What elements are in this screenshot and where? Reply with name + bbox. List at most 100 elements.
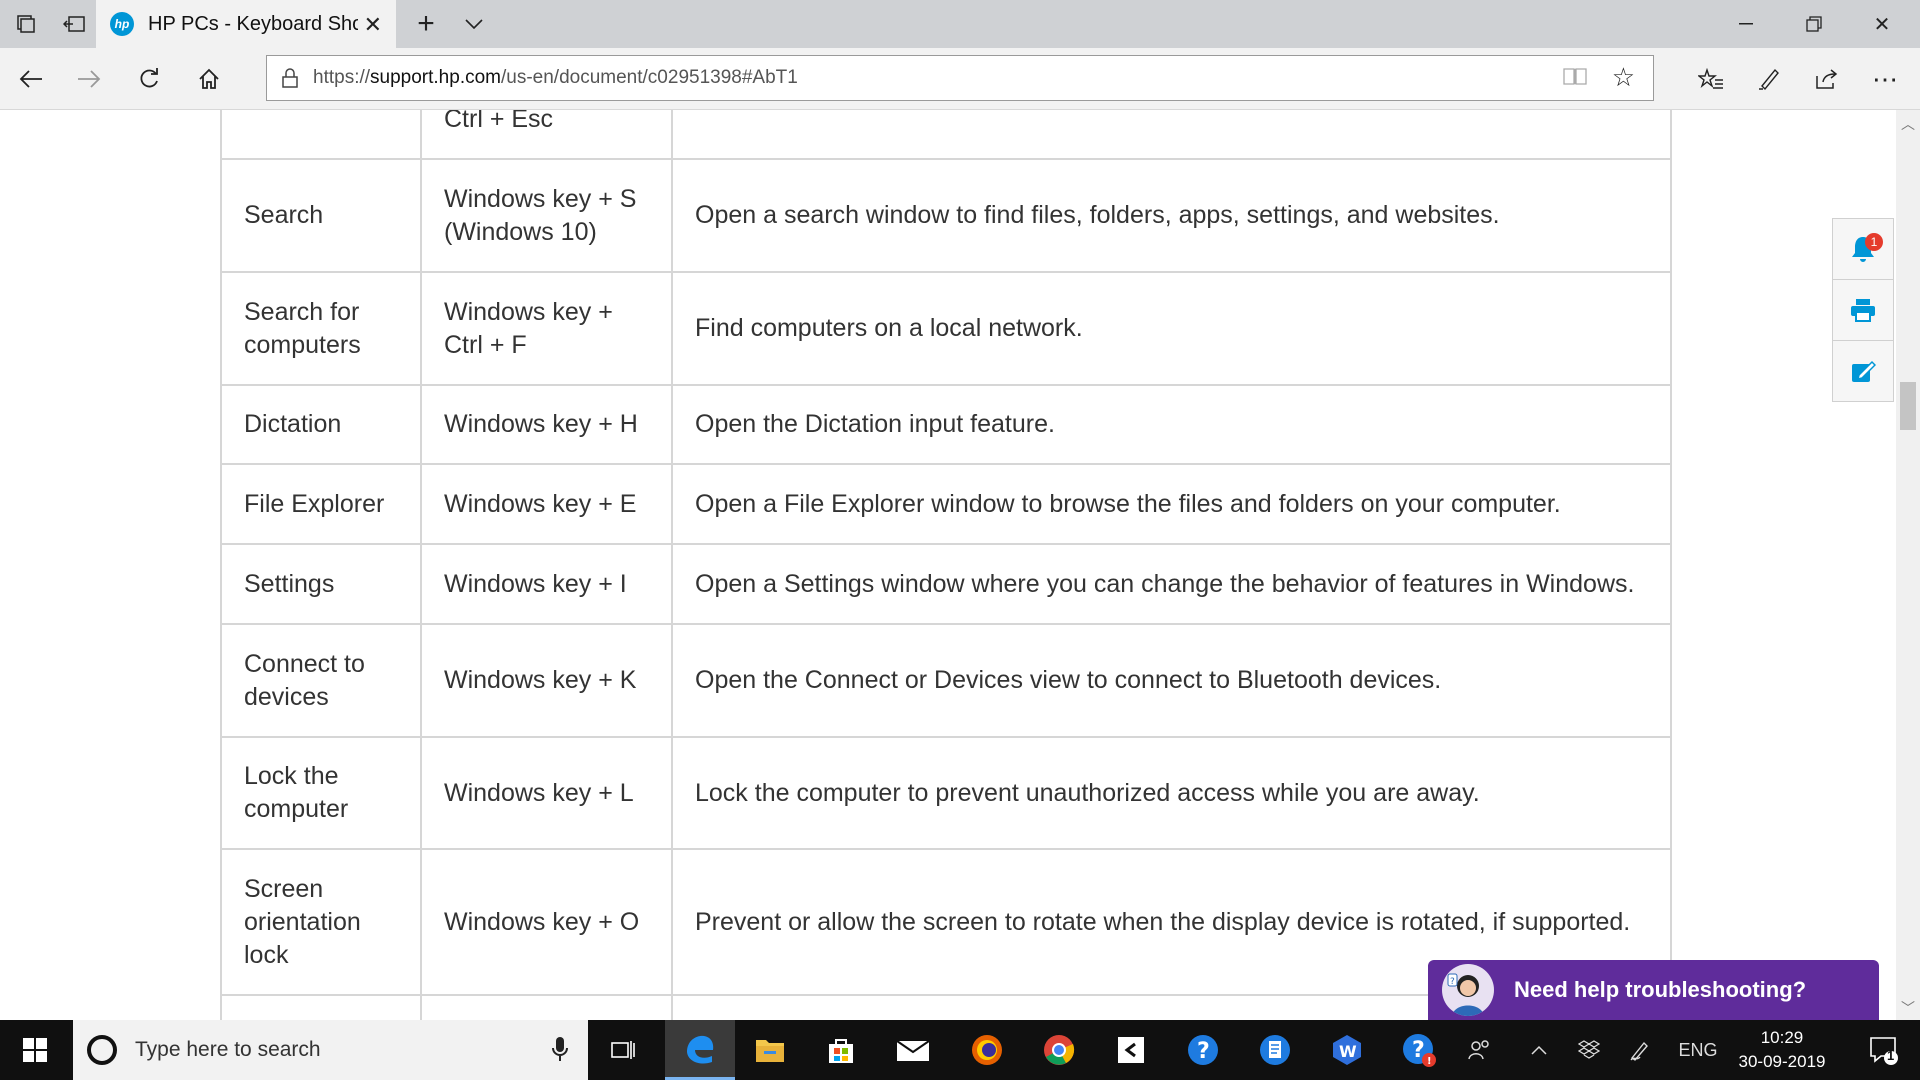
shortcut-cell: [420, 994, 673, 1020]
notification-badge: 1: [1865, 233, 1883, 251]
wps-writer-icon[interactable]: W: [1312, 1020, 1382, 1080]
action-center-badge: 1: [1887, 1048, 1895, 1063]
forward-button[interactable]: [66, 56, 112, 102]
notifications-button[interactable]: 1: [1833, 219, 1893, 280]
close-window-button[interactable]: ✕: [1848, 0, 1916, 48]
favorite-star-icon[interactable]: ☆: [1612, 62, 1635, 93]
language-indicator[interactable]: ENG: [1670, 1020, 1726, 1080]
vertical-scrollbar[interactable]: ︿ ﹀: [1896, 110, 1920, 1020]
firefox-icon[interactable]: [952, 1020, 1022, 1080]
people-icon[interactable]: [1452, 1020, 1508, 1080]
back-button[interactable]: [8, 56, 54, 102]
refresh-button[interactable]: [126, 56, 172, 102]
function-cell: Connect to devices: [220, 623, 422, 738]
lock-icon[interactable]: [267, 68, 313, 88]
description-cell: Open the Connect or Devices view to conn…: [671, 623, 1672, 738]
page-content: Ctrl + Esc Search Windows key + S (Windo…: [0, 110, 1896, 1020]
edit-icon: [1852, 360, 1876, 382]
table-row: Search Windows key + S (Windows 10) Open…: [220, 158, 1672, 273]
minimize-button[interactable]: [1712, 0, 1780, 48]
tab-preview-icon[interactable]: [2, 0, 50, 48]
dropbox-icon[interactable]: [1564, 1020, 1614, 1080]
new-tab-icon[interactable]: +: [402, 0, 450, 48]
file-explorer-icon[interactable]: [735, 1020, 805, 1080]
start-button[interactable]: [0, 1020, 70, 1080]
navigation-bar: https://support.hp.com/us-en/document/c0…: [0, 48, 1920, 110]
address-bar[interactable]: https://support.hp.com/us-en/document/c0…: [266, 55, 1654, 101]
cortana-icon: [87, 1035, 117, 1065]
store-icon[interactable]: [806, 1020, 876, 1080]
help-icon[interactable]: ?: [1168, 1020, 1238, 1080]
function-cell: [220, 110, 422, 160]
shortcut-cell: Windows key + E: [420, 463, 673, 545]
clock-date: 30-09-2019: [1738, 1052, 1826, 1071]
reading-view-icon[interactable]: [1563, 66, 1587, 92]
taskbar: Type here to search ? W ?! ENG 10:29 30-…: [0, 1020, 1920, 1080]
scroll-up-icon[interactable]: ︿: [1896, 114, 1920, 134]
task-view-icon[interactable]: [588, 1020, 658, 1080]
shortcut-cell: Windows key + K: [420, 623, 673, 738]
set-aside-tabs-icon[interactable]: [50, 0, 98, 48]
description-cell: Open the Dictation input feature.: [671, 384, 1672, 465]
table-row: File Explorer Windows key + E Open a Fil…: [220, 463, 1672, 545]
shortcut-cell: Windows key + H: [420, 384, 673, 465]
chat-help-button[interactable]: ? Need help troubleshooting?: [1428, 960, 1879, 1020]
mail-icon[interactable]: [878, 1020, 948, 1080]
restore-button[interactable]: [1780, 0, 1848, 48]
table-row: Connect to devices Windows key + K Open …: [220, 623, 1672, 738]
print-button[interactable]: [1833, 280, 1893, 341]
favorites-hub-icon[interactable]: [1688, 56, 1734, 102]
function-cell: Search: [220, 158, 422, 273]
shortcut-table: Ctrl + Esc Search Windows key + S (Windo…: [220, 110, 1672, 1020]
browser-tab[interactable]: hp HP PCs - Keyboard Shor ✕: [96, 0, 396, 48]
scrollbar-thumb[interactable]: [1900, 382, 1916, 430]
printer-icon: [1851, 299, 1875, 322]
tab-close-icon[interactable]: ✕: [364, 12, 382, 38]
description-cell: Open a File Explorer window to browse th…: [671, 463, 1672, 545]
table-row: Lock the computer Windows key + L Lock t…: [220, 736, 1672, 850]
title-bar: hp HP PCs - Keyboard Shor ✕ + ✕: [0, 0, 1920, 48]
side-tools-panel: 1: [1832, 218, 1894, 402]
shortcut-cell: Windows key + S (Windows 10): [420, 158, 673, 273]
home-button[interactable]: [186, 56, 232, 102]
table-row: Ctrl + Esc: [220, 110, 1672, 160]
shortcut-cell: Windows key + L: [420, 736, 673, 850]
shortcut-cell: Windows key + I: [420, 543, 673, 625]
svg-text:?: ?: [1450, 977, 1455, 987]
svg-text:W: W: [1339, 1042, 1357, 1061]
feedback-button[interactable]: [1833, 341, 1893, 402]
snipping-app-icon[interactable]: [1096, 1020, 1166, 1080]
notes-pen-icon[interactable]: [1746, 56, 1792, 102]
agent-avatar-icon: ?: [1442, 964, 1494, 1016]
clock-time: 10:29: [1760, 1028, 1804, 1047]
show-hidden-icons-icon[interactable]: [1514, 1020, 1564, 1080]
description-cell: Find computers on a local network.: [671, 271, 1672, 386]
function-cell: Lock the computer: [220, 736, 422, 850]
function-cell: Screen orientation lock: [220, 848, 422, 996]
chat-label: Need help troubleshooting?: [1514, 977, 1807, 1002]
chrome-icon[interactable]: [1024, 1020, 1094, 1080]
support-assistant-icon[interactable]: ?!: [1384, 1020, 1454, 1080]
document-reader-icon[interactable]: [1240, 1020, 1310, 1080]
svg-text:?: ?: [1197, 1039, 1210, 1064]
function-cell: Settings: [220, 543, 422, 625]
action-center-icon[interactable]: 1: [1848, 1020, 1920, 1080]
tab-title: HP PCs - Keyboard Shor: [148, 12, 358, 35]
pen-workspace-icon[interactable]: [1614, 1020, 1666, 1080]
microphone-icon[interactable]: [552, 1036, 568, 1067]
hp-favicon-icon: hp: [110, 12, 134, 36]
description-cell: Open a search window to find files, fold…: [671, 158, 1672, 273]
scroll-down-icon[interactable]: ﹀: [1896, 998, 1920, 1018]
url-text: https://support.hp.com/us-en/document/c0…: [313, 67, 798, 88]
search-placeholder: Type here to search: [135, 1038, 321, 1061]
clock[interactable]: 10:29 30-09-2019: [1722, 1026, 1842, 1074]
more-options-icon[interactable]: ⋯: [1862, 56, 1908, 102]
windows-logo-icon: [23, 1038, 47, 1062]
shortcut-cell: Windows key + Ctrl + F: [420, 271, 673, 386]
edge-browser-icon[interactable]: [665, 1020, 735, 1080]
table-row: Search for computers Windows key + Ctrl …: [220, 271, 1672, 386]
chevron-down-icon[interactable]: [450, 0, 498, 48]
share-icon[interactable]: [1804, 56, 1850, 102]
taskbar-search-box[interactable]: Type here to search: [73, 1020, 588, 1080]
description-cell: Open a Settings window where you can cha…: [671, 543, 1672, 625]
